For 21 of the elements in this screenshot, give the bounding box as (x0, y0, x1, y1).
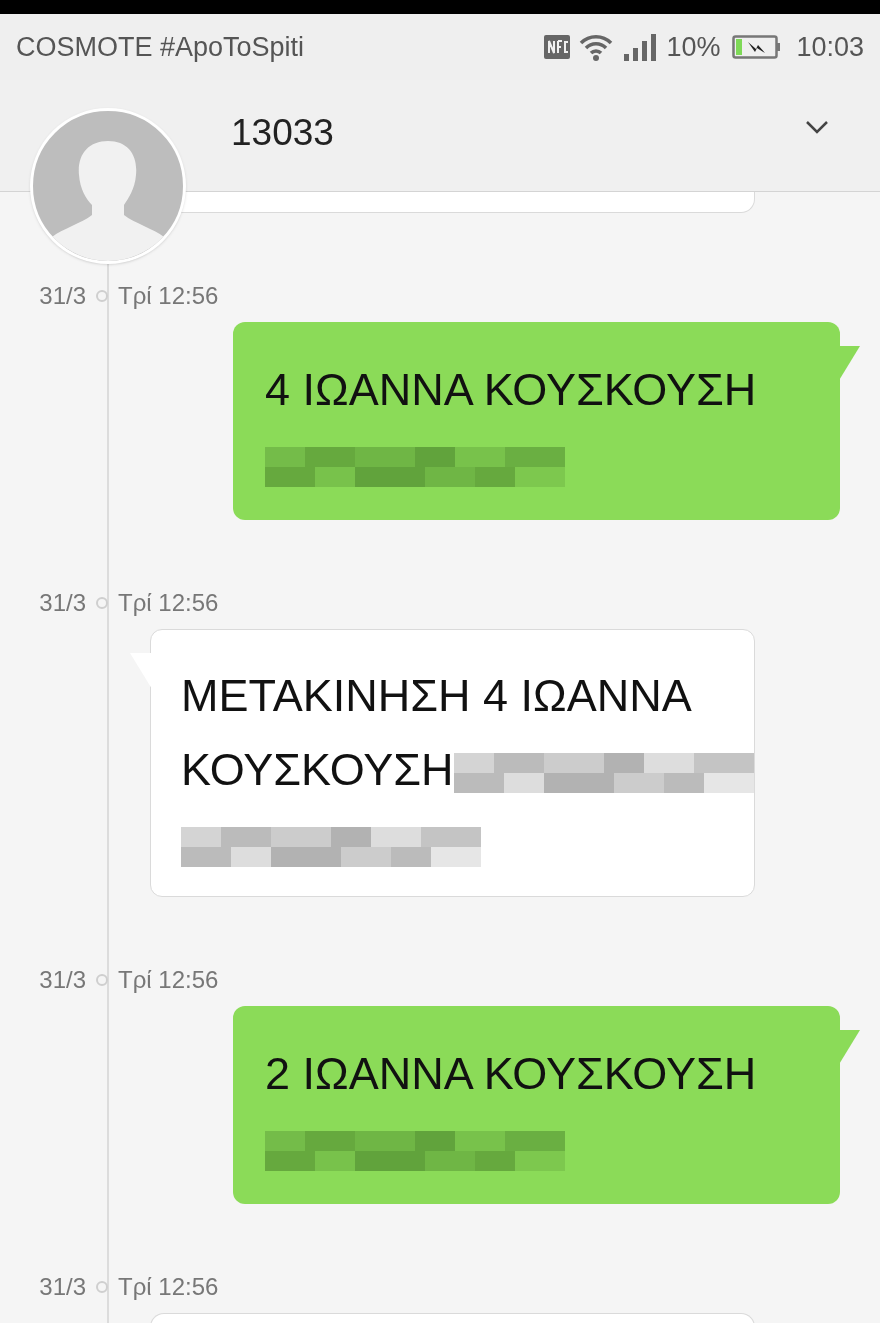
message-time: Τρί 12:56 (118, 1272, 219, 1302)
clock: 10:03 (796, 30, 864, 64)
wifi-icon (578, 32, 615, 62)
battery-percent: 10% (666, 30, 721, 64)
message-text: 2 ΙΩΑΝΝΑ ΚΟΥΣΚΟΥΣΗ (265, 1048, 757, 1099)
message-date: 31/3 (38, 1272, 86, 1302)
message-text: ΚΟΥΣΚΟΥΣΗ (181, 744, 454, 795)
battery-charging-icon (732, 34, 783, 60)
message-text: 4 ΙΩΑΝΝΑ ΚΟΥΣΚΟΥΣΗ (265, 364, 757, 415)
nfc-icon (544, 34, 571, 60)
message-time: Τρί 12:56 (118, 965, 219, 995)
carrier-name: COSMOTE #ApoToSpiti (16, 30, 305, 64)
chevron-down-icon[interactable] (805, 120, 829, 134)
message-text: ΜΕΤΑΚΙΝΗΣΗ 4 ΙΩΑΝΝΑ (181, 670, 692, 721)
message-time: Τρί 12:56 (118, 588, 219, 618)
message-date: 31/3 (38, 281, 86, 311)
message-time: Τρί 12:56 (118, 281, 219, 311)
message-date: 31/3 (38, 588, 86, 618)
signal-icon (622, 32, 659, 62)
contact-number: 13033 (231, 111, 334, 155)
message-date: 31/3 (38, 965, 86, 995)
